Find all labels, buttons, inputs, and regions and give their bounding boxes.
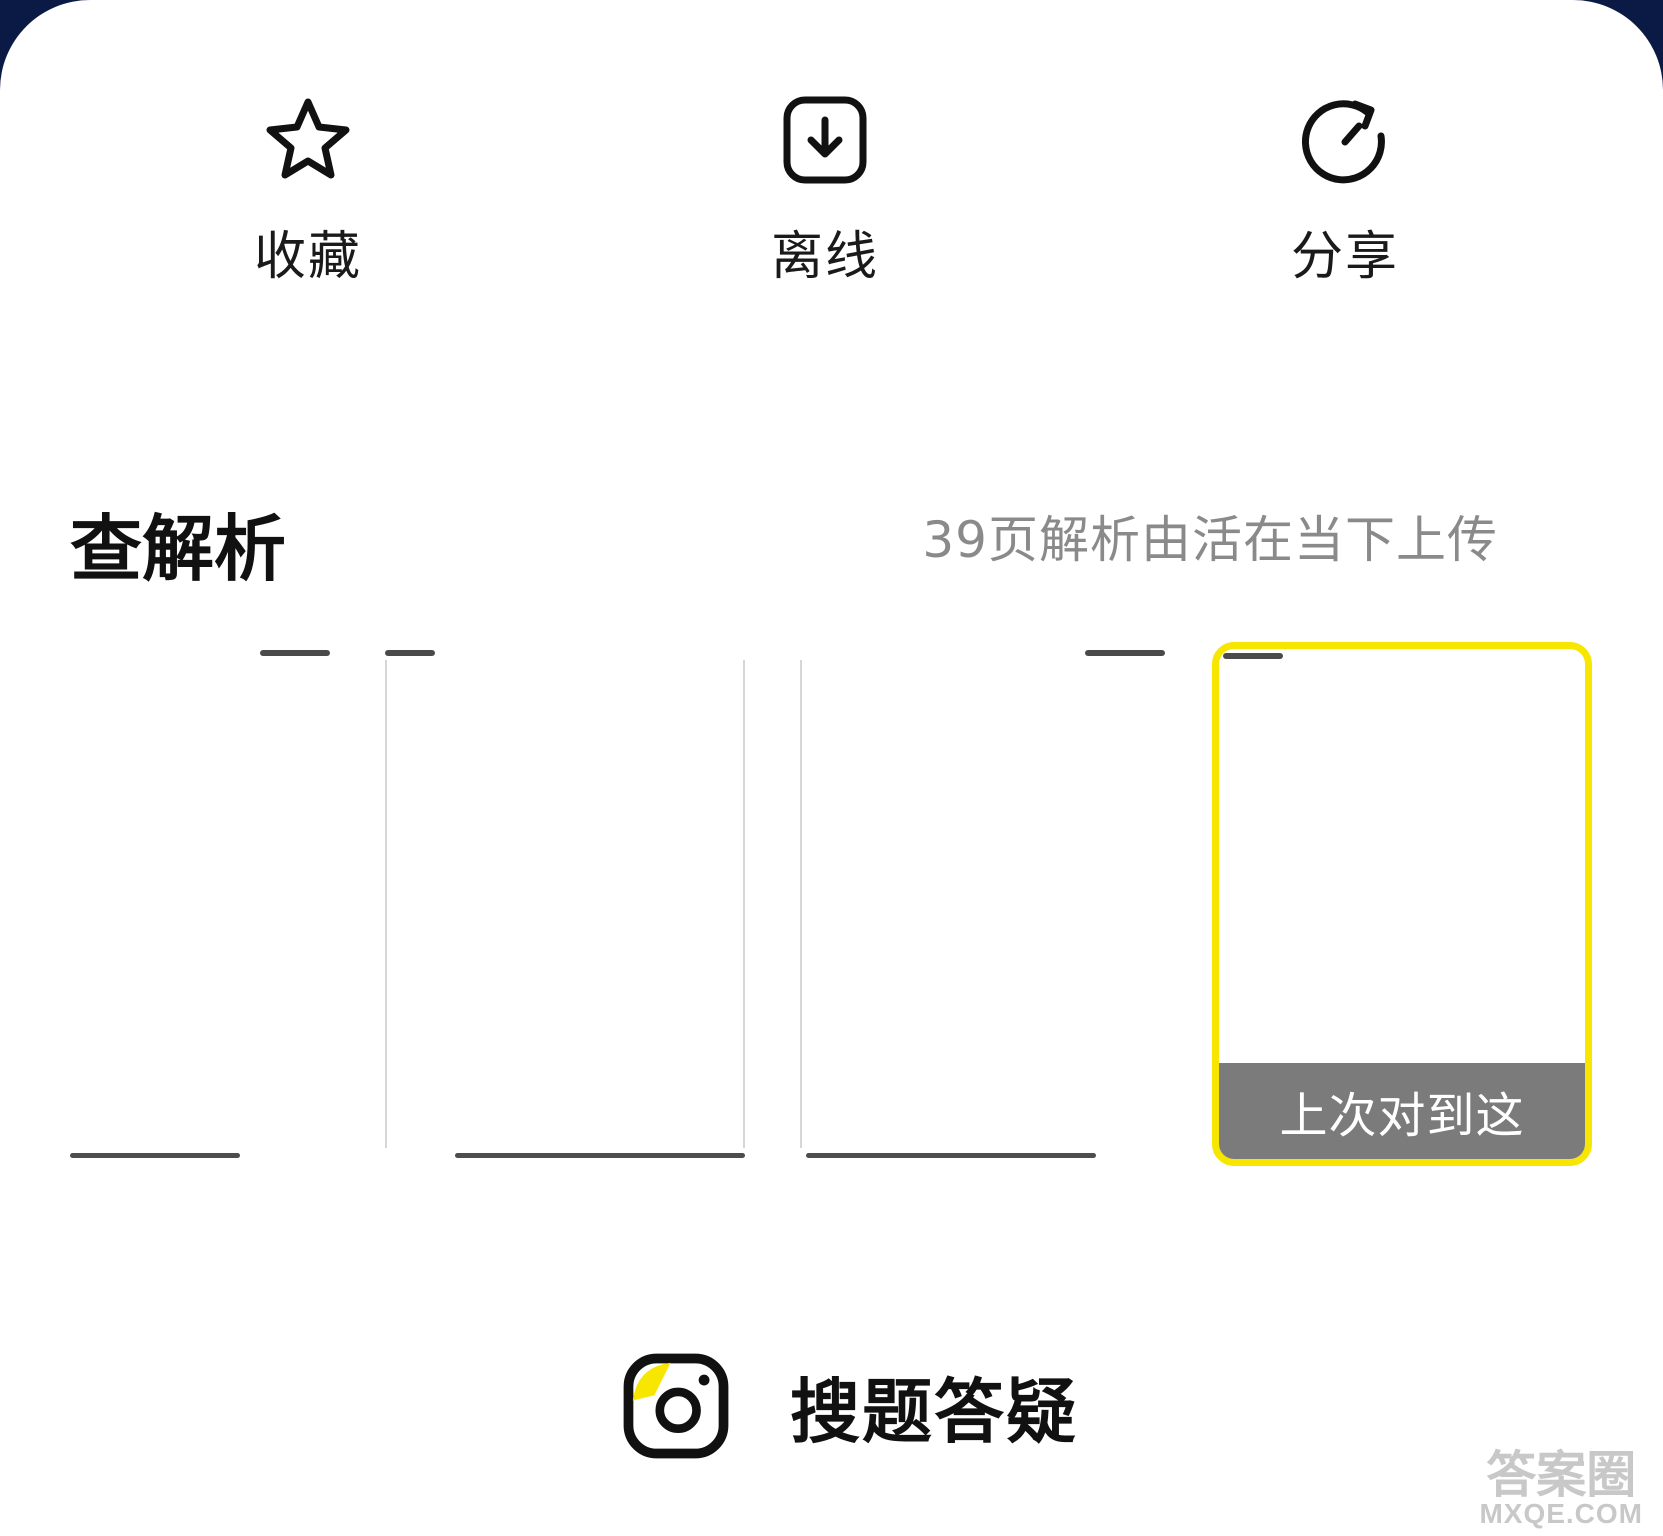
favorite-button[interactable]: 收藏 <box>198 90 418 289</box>
favorite-label: 收藏 <box>253 227 362 287</box>
search-question-label: 搜题答疑 <box>790 1370 1078 1453</box>
upload-info: 39页解析由活在当下上传 <box>922 511 1498 569</box>
offline-label: 离线 <box>770 227 879 287</box>
site-watermark: 答案圈 MXQE.COM <box>1479 1450 1643 1528</box>
search-question-button[interactable]: 搜题答疑 <box>622 1352 1078 1460</box>
share-icon <box>1302 100 1385 184</box>
share-button[interactable]: 分享 <box>1235 90 1455 289</box>
last-position-badge: 上次对到这 <box>1219 1063 1585 1159</box>
download-box-icon <box>783 96 867 184</box>
answer-page-thumbnail[interactable] <box>70 650 330 1158</box>
current-answer-page-thumbnail[interactable]: 上次对到这 <box>1212 642 1592 1166</box>
bottom-sheet: 收藏 离线 分享 查解析 39页解析由活在当下上传 上次对到这 搜题答疑 答案圈… <box>0 0 1663 1536</box>
watermark-logo-text: 答案圈 <box>1486 1447 1637 1503</box>
camera-icon <box>623 1353 729 1459</box>
star-icon <box>266 98 350 179</box>
share-label: 分享 <box>1290 227 1399 287</box>
answer-page-thumbnail[interactable] <box>385 650 745 1158</box>
section-title: 查解析 <box>70 507 287 591</box>
offline-button[interactable]: 离线 <box>715 90 935 289</box>
answer-page-thumbnail[interactable] <box>800 650 1165 1158</box>
watermark-domain: MXQE.COM <box>1479 1498 1643 1529</box>
